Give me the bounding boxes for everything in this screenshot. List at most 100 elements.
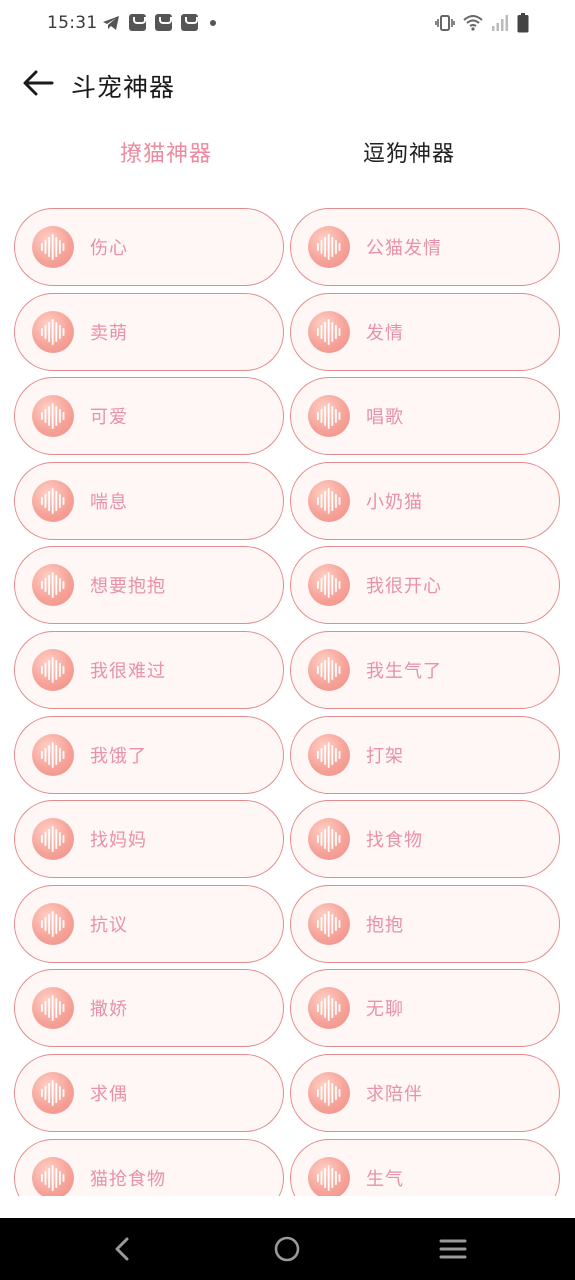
sound-item-label: 伤心 <box>90 238 128 259</box>
sound-item[interactable]: 撒娇 <box>14 969 284 1048</box>
status-system-icons <box>435 13 529 33</box>
status-notification-icons <box>102 14 216 31</box>
sound-item-label: 唱歌 <box>366 407 404 429</box>
sound-wave-icon <box>308 395 350 438</box>
sound-item[interactable]: 抗议 <box>14 884 284 963</box>
status-bar: 15:31 <box>0 0 575 48</box>
sound-item[interactable]: 想要抱抱 <box>14 546 284 625</box>
sound-wave-icon <box>32 564 74 607</box>
sound-item[interactable]: 唱歌 <box>290 377 560 456</box>
sound-wave-icon <box>32 1071 74 1114</box>
sound-item-label: 求偶 <box>90 1083 128 1105</box>
sound-item-label: 撒娇 <box>90 999 128 1021</box>
sound-wave-icon <box>308 902 350 945</box>
sound-list[interactable]: 伤心 公猫发情卖萌 发情可爱 唱歌喘息 小奶猫想要抱抱 我很开心我很难过 我生气了我饿了 打架… <box>0 200 575 1196</box>
sound-item[interactable]: 抱抱 <box>290 884 560 963</box>
system-nav-bar <box>0 1218 575 1280</box>
sound-item-label: 可爱 <box>90 407 128 429</box>
sound-item[interactable]: 生气 <box>290 1138 560 1196</box>
sound-wave-icon <box>32 902 74 945</box>
tab-bar: 撩猫神器 逗狗神器 <box>0 126 575 178</box>
sound-wave-icon <box>308 310 350 353</box>
sound-wave-icon <box>308 226 350 268</box>
sound-item[interactable]: 可爱 <box>14 377 284 456</box>
sound-item[interactable]: 发情 <box>290 292 560 371</box>
sound-wave-icon <box>32 648 74 691</box>
sound-item-label: 我生气了 <box>366 660 442 682</box>
arrow-left-icon <box>23 70 54 96</box>
sound-wave-icon <box>32 733 74 776</box>
sound-wave-icon <box>32 226 74 268</box>
signal-icon <box>492 15 508 31</box>
sound-wave-icon <box>308 1156 350 1196</box>
telegram-icon <box>103 15 119 30</box>
back-button[interactable] <box>18 66 58 100</box>
sound-wave-icon <box>32 395 74 438</box>
sound-item-label: 小奶猫 <box>366 491 423 513</box>
nav-back-button[interactable] <box>105 1232 139 1266</box>
notification-icon <box>129 14 146 31</box>
sound-item-label: 发情 <box>366 322 404 344</box>
tab-cat-sounds[interactable]: 撩猫神器 <box>66 126 266 178</box>
sound-item-label: 我饿了 <box>90 745 147 767</box>
sound-item-label: 找食物 <box>366 830 423 852</box>
sound-item-label: 抗议 <box>90 914 128 936</box>
sound-item[interactable]: 我很开心 <box>290 546 560 625</box>
sound-item[interactable]: 我生气了 <box>290 630 560 709</box>
sound-item-label: 无聊 <box>366 999 404 1021</box>
sound-item-label: 猫抢食物 <box>90 1168 166 1190</box>
sound-wave-icon <box>308 564 350 607</box>
sound-item[interactable]: 喘息 <box>14 461 284 540</box>
sound-item-label: 我很开心 <box>366 576 442 598</box>
sound-item-label: 卖萌 <box>90 322 128 344</box>
sound-wave-icon <box>32 818 74 861</box>
sound-item-label: 想要抱抱 <box>90 576 166 598</box>
sound-item-label: 公猫发情 <box>366 238 442 259</box>
sound-item[interactable]: 小奶猫 <box>290 461 560 540</box>
recents-icon <box>439 1239 467 1259</box>
sound-wave-icon <box>308 733 350 776</box>
status-time: 15:31 <box>47 13 98 33</box>
sound-grid: 伤心 公猫发情卖萌 发情可爱 唱歌喘息 小奶猫想要抱抱 我很开心我很难过 我生气了我饿了 打架… <box>14 208 561 1196</box>
sound-item-label: 找妈妈 <box>90 830 147 852</box>
nav-recents-button[interactable] <box>436 1232 470 1266</box>
battery-icon <box>517 13 529 33</box>
vibrate-icon <box>435 15 455 31</box>
sound-item-label: 我很难过 <box>90 660 166 682</box>
home-icon <box>274 1236 300 1262</box>
sound-item[interactable]: 求偶 <box>14 1053 284 1132</box>
sound-item[interactable]: 公猫发情 <box>290 208 560 286</box>
sound-item[interactable]: 打架 <box>290 715 560 794</box>
nav-home-button[interactable] <box>270 1232 304 1266</box>
app-bar: 斗宠神器 <box>0 48 575 118</box>
tab-dog-sounds[interactable]: 逗狗神器 <box>309 126 509 178</box>
sound-item[interactable]: 我很难过 <box>14 630 284 709</box>
sound-item[interactable]: 找妈妈 <box>14 800 284 879</box>
page-title: 斗宠神器 <box>71 73 176 102</box>
notification-icon <box>155 14 172 31</box>
notification-icon <box>181 14 198 31</box>
sound-wave-icon <box>32 987 74 1030</box>
back-icon <box>115 1237 129 1261</box>
sound-item-label: 喘息 <box>90 491 128 513</box>
sound-wave-icon <box>308 1071 350 1114</box>
sound-wave-icon <box>308 987 350 1030</box>
wifi-icon <box>463 15 483 31</box>
sound-wave-icon <box>32 479 74 522</box>
sound-item[interactable]: 无聊 <box>290 969 560 1048</box>
sound-item-label: 生气 <box>366 1168 404 1190</box>
sound-item-label: 求陪伴 <box>366 1083 423 1105</box>
sound-item[interactable]: 猫抢食物 <box>14 1138 284 1196</box>
sound-wave-icon <box>308 818 350 861</box>
sound-item[interactable]: 卖萌 <box>14 292 284 371</box>
sound-item[interactable]: 找食物 <box>290 800 560 879</box>
sound-item[interactable]: 伤心 <box>14 208 284 286</box>
sound-item[interactable]: 求陪伴 <box>290 1053 560 1132</box>
sound-wave-icon <box>308 479 350 522</box>
dot-icon <box>210 19 216 26</box>
sound-wave-icon <box>32 1156 74 1196</box>
sound-item[interactable]: 我饿了 <box>14 715 284 794</box>
sound-item-label: 抱抱 <box>366 914 404 936</box>
sound-item-label: 打架 <box>366 745 404 767</box>
sound-wave-icon <box>308 648 350 691</box>
